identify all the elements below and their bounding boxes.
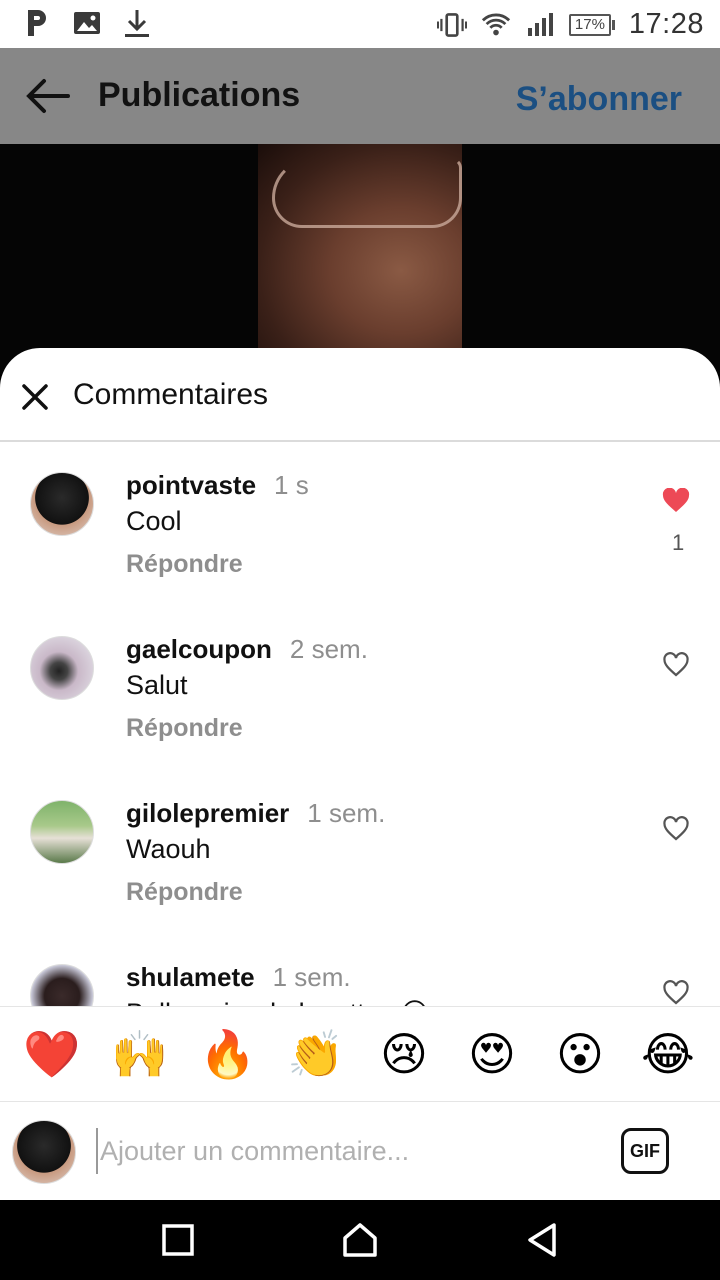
emoji-sad-button[interactable]: 😢: [369, 1031, 439, 1077]
sheet-header: Commentaires: [0, 348, 720, 442]
reply-button[interactable]: Répondre: [126, 878, 243, 907]
battery-indicator: 17%: [568, 13, 615, 36]
comment-time: 2 sem.: [289, 634, 368, 664]
comment-text: Salut: [126, 670, 188, 700]
avatar[interactable]: [30, 964, 94, 1006]
back-triangle-icon[interactable]: [522, 1220, 562, 1260]
app-header: Publications S’abonner: [0, 48, 720, 144]
comment-item: shulamete 1 sem. Belle paire de lunettes …: [0, 936, 720, 1006]
page-title: Publications: [98, 76, 301, 114]
recents-square-icon[interactable]: [158, 1220, 198, 1260]
comment-time: 1 sem.: [307, 798, 386, 828]
back-arrow-icon[interactable]: [24, 76, 72, 116]
comment-username-text[interactable]: shulamete: [126, 962, 255, 992]
comment-item: gilolepremier 1 sem. Waouh Répondre: [0, 772, 720, 936]
emoji-clap-button[interactable]: 👏: [281, 1031, 351, 1077]
avatar[interactable]: [30, 800, 94, 864]
comment-username-text[interactable]: gilolepremier: [126, 798, 289, 828]
emoji-raised-hands-button[interactable]: 🙌: [105, 1031, 175, 1077]
vibrate-icon: [436, 10, 467, 40]
clock: 17:28: [628, 8, 704, 40]
heart-outline-icon[interactable]: [662, 816, 690, 842]
close-icon[interactable]: [18, 380, 52, 414]
comment-input[interactable]: [96, 1128, 596, 1174]
reply-button[interactable]: Répondre: [126, 714, 243, 743]
battery-tip: [611, 19, 615, 30]
heart-outline-icon[interactable]: [662, 980, 690, 1006]
post-photo: [0, 144, 720, 374]
comment-time: 1 s: [274, 470, 309, 500]
wifi-icon: [481, 10, 511, 40]
avatar[interactable]: [30, 472, 94, 536]
current-user-avatar: [12, 1120, 76, 1184]
image-icon: [72, 8, 102, 38]
status-bar-right: 17% 17:28: [436, 8, 704, 41]
subscribe-button[interactable]: S’abonner: [516, 80, 682, 119]
gif-button[interactable]: GIF: [621, 1128, 669, 1174]
p-app-icon: [22, 8, 52, 38]
comment-list[interactable]: pointvaste 1 s Cool Répondre 1 gaelcoupon…: [0, 444, 720, 1006]
comments-sheet: Commentaires pointvaste 1 s Cool Répondre…: [0, 348, 720, 1200]
battery-level: 17%: [568, 13, 611, 36]
download-icon: [122, 8, 152, 38]
emoji-laughing-button[interactable]: 😂: [633, 1031, 703, 1077]
status-bar: 17% 17:28: [0, 0, 720, 48]
system-nav-bar: [0, 1200, 720, 1280]
comment-composer: GIF: [0, 1102, 720, 1200]
sheet-title: Commentaires: [73, 378, 269, 411]
comment-username[interactable]: pointvaste 1 s: [126, 470, 309, 501]
comment-time: 1 sem.: [272, 962, 351, 992]
like-count: 1: [672, 530, 685, 555]
comment-item: pointvaste 1 s Cool Répondre 1: [0, 444, 720, 608]
comment-username[interactable]: gilolepremier 1 sem.: [126, 798, 385, 829]
heart-outline-icon[interactable]: [662, 652, 690, 678]
emoji-heart-button[interactable]: ❤️: [17, 1031, 87, 1077]
emoji-surprised-button[interactable]: 😮: [545, 1031, 615, 1077]
comment-username-text[interactable]: gaelcoupon: [126, 634, 272, 664]
comment-text: Cool: [126, 506, 182, 536]
signal-icon: [525, 10, 555, 40]
emoji-fire-button[interactable]: 🔥: [193, 1031, 263, 1077]
comment-username[interactable]: shulamete 1 sem.: [126, 962, 351, 993]
reply-button[interactable]: Répondre: [126, 550, 243, 579]
comment-text: Belle paire de lunettes 😍: [126, 998, 429, 1006]
status-bar-left: [22, 8, 152, 38]
comment-item: gaelcoupon 2 sem. Salut Répondre: [0, 608, 720, 772]
photo-glasses: [272, 158, 462, 228]
emoji-heart-eyes-button[interactable]: 😍: [457, 1031, 527, 1077]
emoji-reaction-bar: ❤️ 🙌 🔥 👏 😢 😍 😮 😂: [0, 1006, 720, 1102]
heart-filled-icon[interactable]: [662, 487, 690, 514]
comment-username[interactable]: gaelcoupon 2 sem.: [126, 634, 368, 665]
avatar[interactable]: [30, 636, 94, 700]
comment-text: Waouh: [126, 834, 211, 864]
home-icon[interactable]: [340, 1220, 380, 1260]
comment-username-text[interactable]: pointvaste: [126, 470, 256, 500]
